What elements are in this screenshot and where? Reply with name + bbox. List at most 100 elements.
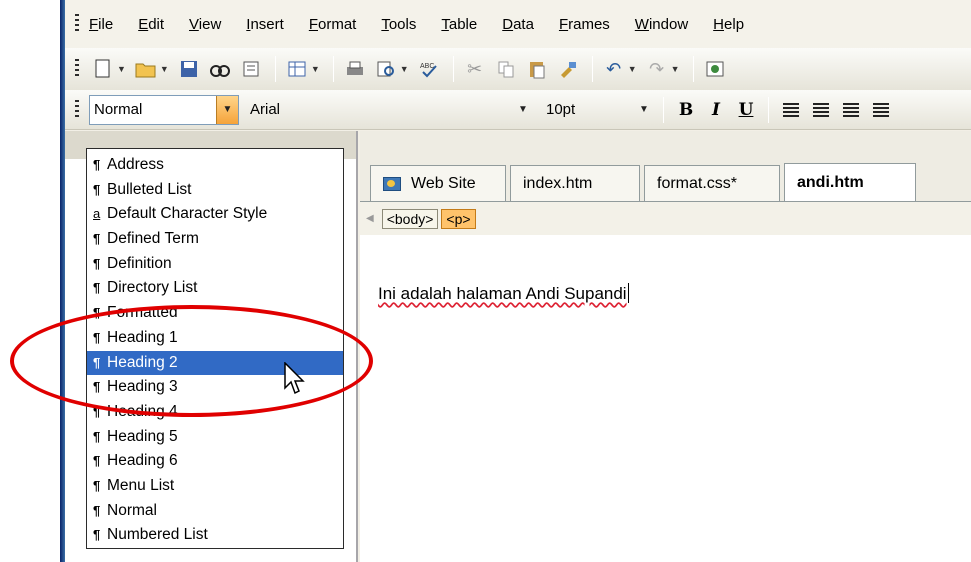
align-left-icon[interactable] bbox=[783, 102, 799, 117]
new-page-icon[interactable] bbox=[89, 55, 117, 83]
tab-label: index.htm bbox=[523, 174, 593, 192]
print-icon[interactable] bbox=[341, 55, 369, 83]
menu-format[interactable]: Format bbox=[309, 16, 357, 33]
tab-format-css[interactable]: format.css* bbox=[644, 165, 780, 201]
underline-button[interactable]: U bbox=[731, 96, 761, 124]
breadcrumb-tag-p[interactable]: <p> bbox=[441, 208, 476, 229]
style-option-label: Defined Term bbox=[107, 230, 199, 248]
toolbar-grip[interactable] bbox=[75, 14, 79, 34]
chevron-left-icon[interactable]: ◀ bbox=[366, 213, 374, 224]
style-option[interactable]: a Default Character Style bbox=[87, 202, 343, 227]
tab-andi-htm[interactable]: andi.htm bbox=[784, 163, 916, 201]
toolbar-separator bbox=[768, 96, 769, 123]
style-combobox[interactable]: Normal ▼ bbox=[89, 94, 239, 125]
undo-icon[interactable]: ↶ bbox=[600, 55, 628, 83]
style-option[interactable]: ¶ Heading 5 bbox=[87, 425, 343, 450]
justify-icon[interactable] bbox=[873, 102, 889, 117]
tag-breadcrumb: ◀ <body> <p> bbox=[360, 201, 971, 235]
document-tabs: Web Site index.htm format.css* andi.htm bbox=[360, 131, 971, 201]
style-option-label: Default Character Style bbox=[107, 205, 268, 223]
preview-dropdown-arrow-icon[interactable]: ▼ bbox=[400, 64, 409, 74]
undo-dropdown-arrow-icon[interactable]: ▼ bbox=[628, 64, 637, 74]
table-dropdown-arrow-icon[interactable]: ▼ bbox=[311, 64, 320, 74]
align-right-icon[interactable] bbox=[843, 102, 859, 117]
style-option[interactable]: ¶ Address bbox=[87, 153, 343, 178]
menu-file[interactable]: File bbox=[89, 16, 113, 33]
tab-label: format.css* bbox=[657, 174, 738, 192]
style-option[interactable]: ¶ Menu List bbox=[87, 474, 343, 499]
text-caret bbox=[627, 283, 629, 303]
paragraph-style-icon: ¶ bbox=[93, 527, 101, 543]
font-size-combobox[interactable]: 10pt ▼ bbox=[541, 95, 656, 125]
insert-picture-icon[interactable] bbox=[701, 55, 729, 83]
style-option-label: Heading 5 bbox=[107, 427, 178, 445]
menu-table[interactable]: Table bbox=[441, 16, 477, 33]
menu-bar: File Edit View Insert Format Tools Table… bbox=[65, 0, 971, 48]
document-body-text[interactable]: Ini adalah halaman Andi Supandi bbox=[378, 283, 629, 304]
toolbar-grip[interactable] bbox=[75, 59, 79, 79]
tab-web-site[interactable]: Web Site bbox=[370, 165, 506, 201]
chevron-down-icon[interactable]: ▼ bbox=[633, 96, 655, 124]
style-option[interactable]: ¶ Defined Term bbox=[87, 227, 343, 252]
open-folder-icon[interactable] bbox=[132, 55, 160, 83]
style-option[interactable]: ¶ Heading 6 bbox=[87, 449, 343, 474]
paragraph-style-icon: ¶ bbox=[93, 231, 101, 247]
chevron-down-icon[interactable]: ▼ bbox=[512, 96, 534, 124]
style-option[interactable]: ¶ Normal bbox=[87, 499, 343, 524]
style-option[interactable]: ¶ Definition bbox=[87, 252, 343, 277]
style-value: Normal bbox=[94, 101, 143, 118]
standard-toolbar: ▼ ▼ ▼ ▼ ABC ✂ ↶ ▼ ↷ ▼ bbox=[65, 48, 971, 90]
paragraph-text: Ini adalah halaman Andi Supandi bbox=[378, 284, 627, 303]
font-combobox[interactable]: Arial ▼ bbox=[245, 95, 535, 125]
open-dropdown-arrow-icon[interactable]: ▼ bbox=[160, 64, 169, 74]
menu-frames[interactable]: Frames bbox=[559, 16, 610, 33]
menu-view[interactable]: View bbox=[189, 16, 221, 33]
save-icon[interactable] bbox=[175, 55, 203, 83]
bold-button[interactable]: B bbox=[671, 96, 701, 124]
menu-help[interactable]: Help bbox=[713, 16, 744, 33]
cut-icon[interactable]: ✂ bbox=[461, 55, 489, 83]
paragraph-style-icon: ¶ bbox=[93, 280, 101, 296]
website-icon bbox=[383, 176, 401, 191]
spelling-icon[interactable]: ABC bbox=[415, 55, 443, 83]
font-size-value: 10pt bbox=[546, 101, 576, 118]
paste-icon[interactable] bbox=[523, 55, 551, 83]
table-icon[interactable] bbox=[283, 55, 311, 83]
toolbar-separator bbox=[663, 96, 664, 123]
style-option-label: Normal bbox=[107, 501, 157, 519]
preview-icon[interactable] bbox=[237, 55, 265, 83]
toolbar-separator bbox=[332, 56, 334, 82]
paragraph-style-icon: ¶ bbox=[93, 428, 101, 444]
menu-tools[interactable]: Tools bbox=[381, 16, 416, 33]
editor-area: Web Site index.htm format.css* andi.htm … bbox=[360, 131, 971, 562]
align-center-icon[interactable] bbox=[813, 102, 829, 117]
style-option-label: Numbered List bbox=[107, 526, 208, 544]
annotation-highlight-ellipse bbox=[10, 305, 373, 417]
style-option[interactable]: ¶ Directory List bbox=[87, 276, 343, 301]
tab-index-htm[interactable]: index.htm bbox=[510, 165, 640, 201]
print-preview-icon[interactable] bbox=[372, 55, 400, 83]
tab-label: Web Site bbox=[411, 174, 476, 192]
font-value: Arial bbox=[250, 101, 281, 118]
paragraph-style-icon: ¶ bbox=[93, 502, 101, 518]
paragraph-style-icon: ¶ bbox=[93, 477, 101, 493]
style-option[interactable]: ¶ Numbered List bbox=[87, 523, 343, 548]
new-dropdown-arrow-icon[interactable]: ▼ bbox=[117, 64, 126, 74]
menu-edit[interactable]: Edit bbox=[138, 16, 164, 33]
menu-data[interactable]: Data bbox=[502, 16, 534, 33]
toolbar-grip[interactable] bbox=[75, 99, 79, 120]
breadcrumb-tag-body[interactable]: <body> bbox=[381, 208, 439, 229]
copy-icon[interactable] bbox=[492, 55, 520, 83]
find-icon[interactable] bbox=[206, 55, 234, 83]
italic-button[interactable]: I bbox=[701, 96, 731, 124]
style-option[interactable]: ¶ Bulleted List bbox=[87, 178, 343, 203]
chevron-down-icon[interactable]: ▼ bbox=[216, 95, 238, 124]
menu-insert[interactable]: Insert bbox=[246, 16, 284, 33]
redo-icon[interactable]: ↷ bbox=[643, 55, 671, 83]
paragraph-style-icon: ¶ bbox=[93, 255, 101, 271]
style-option-label: Bulleted List bbox=[107, 180, 192, 198]
toolbar-separator bbox=[591, 56, 593, 82]
menu-window[interactable]: Window bbox=[635, 16, 688, 33]
format-painter-icon[interactable] bbox=[554, 55, 582, 83]
redo-dropdown-arrow-icon[interactable]: ▼ bbox=[671, 64, 680, 74]
